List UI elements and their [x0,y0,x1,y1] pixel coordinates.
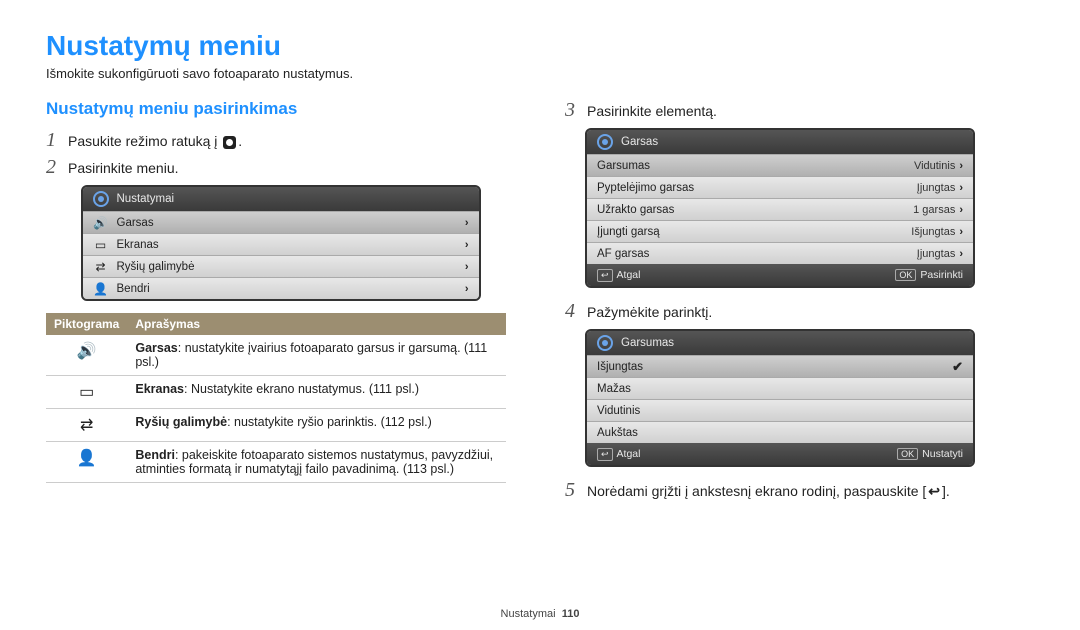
menu-row[interactable]: Vidutinis [587,399,973,421]
ok-key-icon: OK [895,269,916,281]
description-table: Piktograma Aprašymas 🔊Garsas: nustatykit… [46,313,506,483]
ok-key-icon: OK [897,448,918,460]
back-icon: ↩ [928,483,940,500]
menu-row[interactable]: Pyptelėjimo garsasĮjungtas› [587,176,973,198]
menu-row[interactable]: AF garsasĮjungtas› [587,242,973,264]
panel-footer: ↩Atgal OKPasirinkti [587,264,973,286]
menu-row[interactable]: Mažas [587,377,973,399]
table-row: 🔊Garsas: nustatykite įvairius fotoaparat… [46,335,506,376]
panel-header: Nustatymai [83,187,479,211]
step-1: 1 Pasukite režimo ratuką į . [46,129,515,152]
nav-ring-icon [597,335,613,351]
menu-row[interactable]: 👤Bendri› [83,277,479,299]
nav-ring-icon [93,191,109,207]
step-2: 2 Pasirinkite meniu. [46,156,515,179]
menu-row[interactable]: Išjungtas✔ [587,355,973,377]
table-header-desc: Aprašymas [127,313,506,335]
back-key-icon: ↩ [597,269,613,282]
panel-header: Garsas [587,130,973,154]
table-row: 👤Bendri: pakeiskite fotoaparato sistemos… [46,442,506,483]
menu-row[interactable]: Užrakto garsas1 garsas› [587,198,973,220]
nav-ring-icon [597,134,613,150]
settings-panel-3: Garsumas Išjungtas✔MažasVidutinisAukštas… [585,329,975,467]
table-row: ⇄Ryšių galimybė: nustatykite ryšio parin… [46,409,506,442]
menu-row[interactable]: Įjungti garsąIšjungtas› [587,220,973,242]
settings-panel-1: Nustatymai 🔊Garsas›▭Ekranas›⇄Ryšių galim… [81,185,481,301]
settings-panel-2: Garsas GarsumasVidutinis›Pyptelėjimo gar… [585,128,975,288]
menu-row[interactable]: GarsumasVidutinis› [587,154,973,176]
table-header-icon: Piktograma [46,313,127,335]
gear-icon [223,136,236,149]
menu-row[interactable]: ⇄Ryšių galimybė› [83,255,479,277]
back-key-icon: ↩ [597,448,613,461]
panel-footer: ↩Atgal OKNustatyti [587,443,973,465]
page-footer: Nustatymai 110 [0,608,1080,620]
menu-row[interactable]: Aukštas [587,421,973,443]
section-title: Nustatymų meniu pasirinkimas [46,99,515,119]
step-4: 4 Pažymėkite parinktį. [565,300,1034,323]
menu-row[interactable]: ▭Ekranas› [83,233,479,255]
subtitle: Išmokite sukonfigūruoti savo fotoaparato… [46,66,1034,81]
main-title: Nustatymų meniu [46,30,1034,62]
step-5: 5 Norėdami grįžti į ankstesnį ekrano rod… [565,479,1034,502]
menu-row[interactable]: 🔊Garsas› [83,211,479,233]
table-row: ▭Ekranas: Nustatykite ekrano nustatymus.… [46,376,506,409]
step-3: 3 Pasirinkite elementą. [565,99,1034,122]
panel-header: Garsumas [587,331,973,355]
